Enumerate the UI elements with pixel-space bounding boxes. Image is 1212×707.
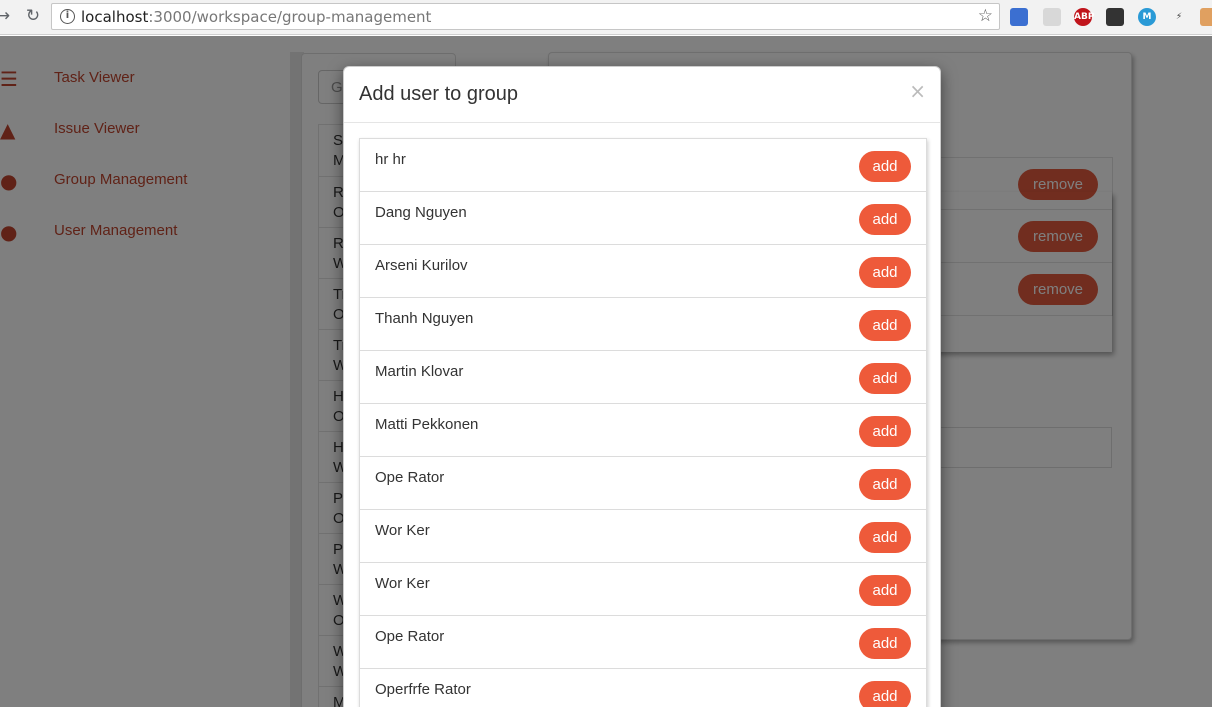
user-name: Arseni Kurilov — [375, 257, 468, 274]
user-name: Ope Rator — [375, 628, 445, 645]
user-list: hr hr add Dang Nguyen add Arseni Kurilov… — [359, 138, 927, 707]
add-button[interactable]: add — [859, 363, 911, 394]
add-button[interactable]: add — [859, 681, 911, 707]
list-item: Wor Ker add — [360, 563, 926, 616]
user-name: Wor Ker — [375, 522, 430, 539]
modal-title: Add user to group — [359, 83, 518, 105]
add-button[interactable]: add — [859, 310, 911, 341]
user-name: Ope Rator — [375, 469, 445, 486]
address-bar[interactable]: i localhost:3000/workspace/group-managem… — [51, 3, 1000, 30]
bolt-icon[interactable]: ⚡ — [1170, 8, 1188, 26]
list-item: Ope Rator add — [360, 457, 926, 510]
modal-header: Add user to group × — [344, 67, 940, 123]
user-name: Matti Pekkonen — [375, 416, 479, 433]
search-extension-icon[interactable] — [1043, 8, 1061, 26]
add-button[interactable]: add — [859, 628, 911, 659]
avatar-extension-icon[interactable] — [1200, 8, 1212, 26]
add-button[interactable]: add — [859, 204, 911, 235]
add-button[interactable]: add — [859, 257, 911, 288]
list-item: Wor Ker add — [360, 510, 926, 563]
add-button[interactable]: add — [859, 416, 911, 447]
user-name: Operfrfe Rator — [375, 681, 471, 698]
add-button[interactable]: add — [859, 469, 911, 500]
list-item: Operfrfe Rator add — [360, 669, 926, 707]
add-user-modal: Add user to group × hr hr add Dang Nguye… — [343, 66, 941, 707]
list-item: Matti Pekkonen add — [360, 404, 926, 457]
list-item: Ope Rator add — [360, 616, 926, 669]
user-name: hr hr — [375, 151, 406, 168]
url-text: localhost:3000/workspace/group-managemen… — [81, 8, 432, 26]
back-icon[interactable]: → — [0, 5, 14, 27]
user-name: Thanh Nguyen — [375, 310, 474, 327]
close-icon[interactable]: × — [909, 81, 926, 101]
extension-icon[interactable] — [1010, 8, 1028, 26]
pocket-icon[interactable] — [1106, 8, 1124, 26]
user-name: Wor Ker — [375, 575, 430, 592]
list-item: Martin Klovar add — [360, 351, 926, 404]
add-button[interactable]: add — [859, 522, 911, 553]
list-item: Thanh Nguyen add — [360, 298, 926, 351]
m-extension-icon[interactable]: M — [1138, 8, 1156, 26]
add-button[interactable]: add — [859, 575, 911, 606]
bookmark-star-icon[interactable]: ☆ — [978, 6, 993, 26]
list-item: Dang Nguyen add — [360, 192, 926, 245]
add-button[interactable]: add — [859, 151, 911, 182]
list-item: Arseni Kurilov add — [360, 245, 926, 298]
adblock-icon[interactable]: ABP — [1074, 8, 1094, 26]
reload-icon[interactable]: ↻ — [22, 5, 44, 27]
user-name: Dang Nguyen — [375, 204, 467, 221]
browser-toolbar: → ↻ i localhost:3000/workspace/group-man… — [0, 0, 1212, 35]
user-name: Martin Klovar — [375, 363, 464, 380]
list-item: hr hr add — [360, 139, 926, 192]
info-icon[interactable]: i — [60, 9, 75, 24]
